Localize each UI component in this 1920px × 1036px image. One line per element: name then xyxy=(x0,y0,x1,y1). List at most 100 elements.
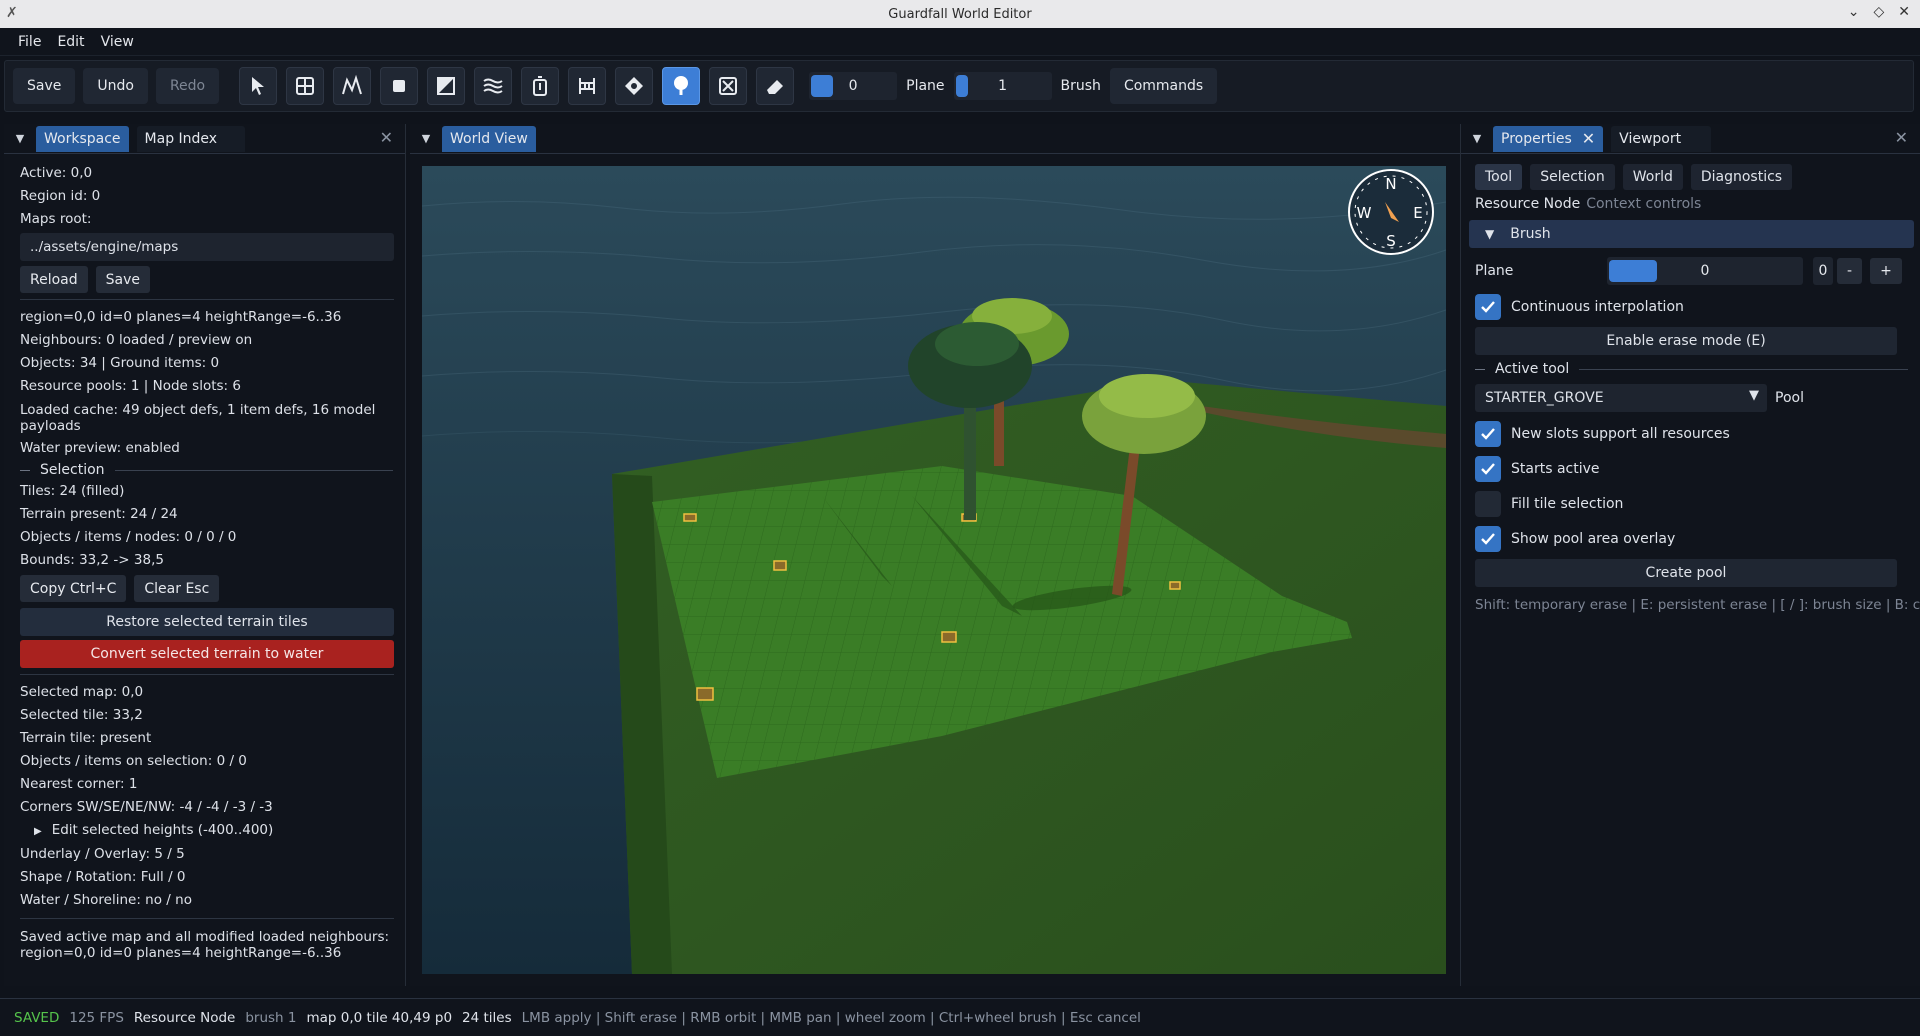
plane-increment-button[interactable]: + xyxy=(1870,258,1902,284)
node-slot-marker[interactable] xyxy=(1169,581,1181,590)
marker-tool-icon[interactable] xyxy=(615,67,654,105)
menu-edit[interactable]: Edit xyxy=(49,34,92,50)
commands-button[interactable]: Commands xyxy=(1109,68,1218,104)
expand-arrow-icon[interactable]: ▶ xyxy=(34,826,42,837)
convert-to-water-button[interactable]: Convert selected terrain to water xyxy=(20,640,394,668)
close-tab-icon[interactable]: ✕ xyxy=(1582,129,1595,148)
brush-header[interactable]: ▼ Brush xyxy=(1469,220,1914,248)
world-view-panel: ▼ World View N S E W xyxy=(410,124,1460,986)
create-pool-button[interactable]: Create pool xyxy=(1475,559,1897,587)
plane-label: Plane xyxy=(906,78,945,94)
objects-info: Objects: 34 | Ground items: 0 xyxy=(20,355,220,371)
tab-world-view[interactable]: World View xyxy=(442,125,536,152)
region-info: region=0,0 id=0 planes=4 heightRange=-6.… xyxy=(20,309,342,325)
collapse-triangle-icon[interactable]: ▼ xyxy=(1485,227,1494,241)
window-title: Guardfall World Editor xyxy=(888,6,1032,22)
empty-checkbox-icon[interactable] xyxy=(1475,491,1501,517)
save-map-button[interactable]: Save xyxy=(95,266,151,293)
pool-select[interactable]: STARTER_GROVE ▼ xyxy=(1475,384,1767,412)
objects-on-selection: Objects / items on selection: 0 / 0 xyxy=(20,753,247,769)
value-slider-a[interactable]: 0 xyxy=(809,72,898,100)
water-tool-icon[interactable] xyxy=(474,67,513,105)
enable-erase-mode-button[interactable]: Enable erase mode (E) xyxy=(1475,327,1897,355)
subtab-world[interactable]: World xyxy=(1622,164,1683,190)
save-button[interactable]: Save xyxy=(13,68,76,104)
copy-button[interactable]: Copy Ctrl+C xyxy=(20,575,127,602)
chevron-down-icon[interactable]: ▼ xyxy=(1749,388,1759,403)
resource-node-tool-icon[interactable] xyxy=(662,67,701,105)
check-icon[interactable] xyxy=(1475,421,1501,447)
selection-title: Selection xyxy=(40,462,105,478)
option-checkbox[interactable]: Starts active xyxy=(1475,454,1908,484)
slider-knob[interactable] xyxy=(1609,260,1657,282)
active-tool-section: Active tool xyxy=(1475,361,1908,377)
options-checklist: New slots support all resources Starts ac… xyxy=(1475,419,1908,554)
fence-tool-icon[interactable] xyxy=(568,67,607,105)
node-slot-marker[interactable] xyxy=(696,687,714,701)
plane-slider[interactable]: 0 xyxy=(1607,257,1803,285)
maximize-icon[interactable]: ◇ xyxy=(1873,4,1884,20)
tab-properties[interactable]: Properties ✕ xyxy=(1493,125,1604,152)
plane-slider[interactable]: 1 xyxy=(953,72,1052,100)
status-tiles: 24 tiles xyxy=(462,1009,512,1026)
object-tool-icon[interactable] xyxy=(521,67,560,105)
node-slot-marker[interactable] xyxy=(941,631,957,643)
check-icon[interactable] xyxy=(1475,294,1501,320)
world-scene[interactable]: N S E W xyxy=(422,166,1446,974)
option-checkbox[interactable]: Fill tile selection xyxy=(1475,489,1908,519)
restore-terrain-button[interactable]: Restore selected terrain tiles xyxy=(20,608,394,636)
context-controls-label: Context controls xyxy=(1586,196,1702,212)
option-checkbox[interactable]: New slots support all resources xyxy=(1475,419,1908,449)
status-tool: Resource Node xyxy=(133,1009,236,1026)
node-slot-marker[interactable] xyxy=(683,513,697,522)
continuous-interpolation-checkbox[interactable]: Continuous interpolation xyxy=(1475,292,1908,322)
clear-button[interactable]: Clear Esc xyxy=(134,575,220,602)
node-slot-marker[interactable] xyxy=(773,560,787,571)
collapse-icon[interactable]: ▼ xyxy=(1467,132,1487,145)
option-checkbox[interactable]: Show pool area overlay xyxy=(1475,524,1908,554)
edit-heights-tree[interactable]: ▶ Edit selected heights (-400..400) xyxy=(20,819,393,843)
fill-tool-icon[interactable] xyxy=(380,67,419,105)
collapse-icon[interactable]: ▼ xyxy=(10,132,30,145)
subtab-selection[interactable]: Selection xyxy=(1530,164,1615,190)
water-preview-info: Water preview: enabled xyxy=(20,440,180,456)
menu-view[interactable]: View xyxy=(93,34,142,50)
status-help: LMB apply | Shift erase | RMB orbit | MM… xyxy=(521,1009,1141,1026)
slider-knob[interactable] xyxy=(811,75,834,97)
redo-button[interactable]: Redo xyxy=(155,68,220,104)
slider-knob[interactable] xyxy=(955,75,968,97)
undo-button[interactable]: Undo xyxy=(83,68,148,104)
world-viewport[interactable]: N S E W xyxy=(422,166,1446,974)
compass[interactable]: N S E W xyxy=(1348,169,1434,255)
plane-decrement-button[interactable]: - xyxy=(1837,258,1863,284)
close-icon[interactable]: ✕ xyxy=(380,128,393,147)
select-tool-icon[interactable] xyxy=(239,67,278,105)
check-icon[interactable] xyxy=(1475,526,1501,552)
menu-file[interactable]: File xyxy=(10,34,49,50)
close-icon[interactable]: ✕ xyxy=(1895,128,1908,147)
brush-header-label[interactable]: Brush xyxy=(1510,226,1550,242)
subtab-diagnostics[interactable]: Diagnostics xyxy=(1690,164,1793,190)
left-tab-strip: ▼ Workspace Map Index ✕ xyxy=(4,124,405,154)
tile-grid-tool-icon[interactable] xyxy=(286,67,325,105)
neighbours-info: Neighbours: 0 loaded / preview on xyxy=(20,332,253,348)
check-icon[interactable] xyxy=(1475,456,1501,482)
erase-box-tool-icon[interactable] xyxy=(709,67,748,105)
minimize-icon[interactable]: ⌄ xyxy=(1848,4,1860,20)
divider xyxy=(20,918,394,919)
close-icon[interactable]: ✕ xyxy=(1898,4,1910,20)
tool-heading: Resource Node Context controls xyxy=(1475,196,1908,212)
heightmap-tool-icon[interactable] xyxy=(333,67,372,105)
edit-heights-label[interactable]: Edit selected heights (-400..400) xyxy=(52,822,274,838)
maps-root-input[interactable]: ../assets/engine/maps xyxy=(20,233,394,261)
eraser-tool-icon[interactable] xyxy=(756,67,795,105)
tab-workspace[interactable]: Workspace xyxy=(36,125,129,152)
shape-tool-icon[interactable] xyxy=(427,67,466,105)
tab-map-index[interactable]: Map Index xyxy=(136,125,245,152)
reload-button[interactable]: Reload xyxy=(20,266,88,293)
collapse-icon[interactable]: ▼ xyxy=(416,132,436,145)
subtab-tool[interactable]: Tool xyxy=(1475,164,1523,190)
tab-properties-label[interactable]: Properties xyxy=(1501,131,1572,147)
tab-viewport[interactable]: Viewport xyxy=(1611,125,1712,152)
plane-number-field[interactable]: 0 xyxy=(1813,257,1833,285)
